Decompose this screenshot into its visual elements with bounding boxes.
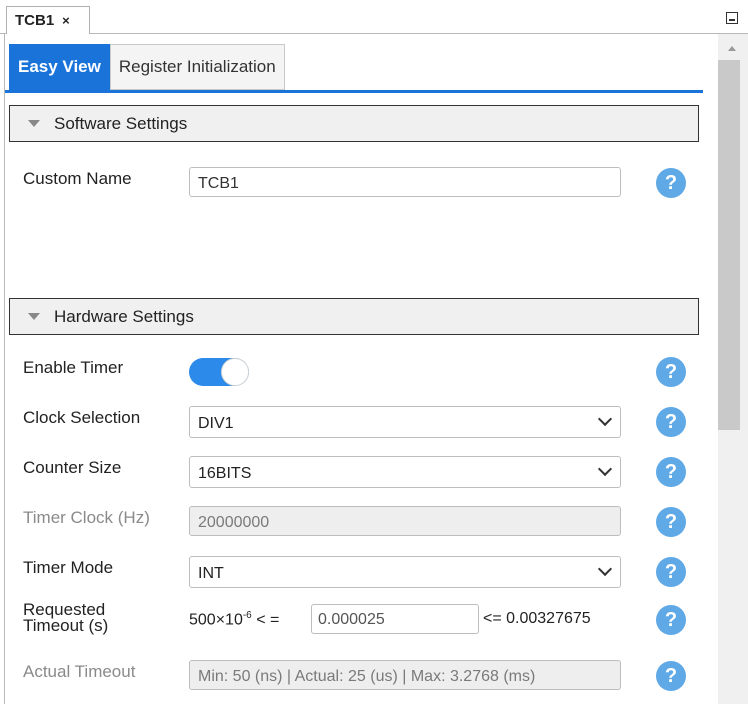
help-icon[interactable]: ? xyxy=(656,605,686,635)
clock-selection-value: DIV1 xyxy=(198,415,234,432)
help-icon[interactable]: ? xyxy=(656,661,686,691)
chevron-down-icon xyxy=(597,561,613,577)
help-icon[interactable]: ? xyxy=(656,357,686,387)
help-icon[interactable]: ? xyxy=(656,557,686,587)
timer-clock-field: 20000000 xyxy=(189,506,621,536)
min-exponent: -6 xyxy=(242,610,252,621)
max-value: 0.00327675 xyxy=(506,610,591,627)
counter-size-label: Counter Size xyxy=(23,458,122,477)
timer-mode-dropdown[interactable]: INT xyxy=(189,556,621,588)
requested-timeout-input[interactable]: 0.000025 xyxy=(311,604,479,634)
close-icon[interactable]: × xyxy=(62,13,70,28)
collapse-triangle-icon xyxy=(28,120,40,127)
section-title: Hardware Settings xyxy=(54,306,194,326)
custom-name-input[interactable]: TCB1 xyxy=(189,167,621,197)
clock-selection-label: Clock Selection xyxy=(23,408,141,427)
tab-underline xyxy=(5,90,703,93)
tab-register-initialization[interactable]: Register Initialization xyxy=(109,44,285,90)
doc-tab-title: TCB1 xyxy=(15,12,55,29)
hardware-settings-header[interactable]: Hardware Settings xyxy=(9,298,699,335)
less-equal-2: <= xyxy=(483,610,502,627)
doc-tab-tcb1[interactable]: TCB1 × xyxy=(6,6,90,34)
collapse-triangle-icon xyxy=(28,313,40,320)
scroll-up-arrow-icon[interactable] xyxy=(728,46,736,51)
requested-timeout-label: Requested Timeout (s) xyxy=(23,601,109,635)
chevron-down-icon xyxy=(597,411,613,427)
section-title: Software Settings xyxy=(54,113,188,133)
actual-timeout-field: Min: 50 (ns) | Actual: 25 (us) | Max: 3.… xyxy=(189,660,621,690)
enable-timer-label: Enable Timer xyxy=(23,358,124,377)
vertical-scrollbar[interactable] xyxy=(718,34,748,704)
chevron-down-icon xyxy=(597,461,613,477)
help-icon[interactable]: ? xyxy=(656,168,686,198)
scrollbar-thumb[interactable] xyxy=(718,60,740,430)
timer-mode-value: INT xyxy=(198,565,224,582)
clock-selection-dropdown[interactable]: DIV1 xyxy=(189,406,621,438)
requested-timeout-label-line2: Timeout (s) xyxy=(23,616,109,635)
requested-timeout-max: <= 0.00327675 xyxy=(483,610,591,628)
configuration-panel: Easy View Register Initialization Softwa… xyxy=(4,34,716,704)
less-equal-1: < = xyxy=(256,611,280,629)
help-icon[interactable]: ? xyxy=(656,407,686,437)
view-tabs: Easy View Register Initialization xyxy=(9,44,285,90)
timer-mode-label: Timer Mode xyxy=(23,558,114,577)
enable-timer-toggle[interactable] xyxy=(189,358,249,386)
document-tab-bar: TCB1 × xyxy=(0,0,748,34)
software-settings-header[interactable]: Software Settings xyxy=(9,105,699,142)
counter-size-dropdown[interactable]: 16BITS xyxy=(189,456,621,488)
help-icon[interactable]: ? xyxy=(656,507,686,537)
counter-size-value: 16BITS xyxy=(198,465,252,482)
timer-clock-label: Timer Clock (Hz) xyxy=(23,508,150,527)
help-icon[interactable]: ? xyxy=(656,457,686,487)
tab-easy-view[interactable]: Easy View xyxy=(9,44,110,90)
requested-timeout-min: 500×10-6 < = xyxy=(189,610,279,629)
min-base: 500×10 xyxy=(189,611,243,629)
custom-name-label: Custom Name xyxy=(23,169,132,188)
actual-timeout-label: Actual Timeout xyxy=(23,662,136,681)
minimize-icon[interactable] xyxy=(726,12,738,24)
toggle-knob xyxy=(221,358,249,386)
